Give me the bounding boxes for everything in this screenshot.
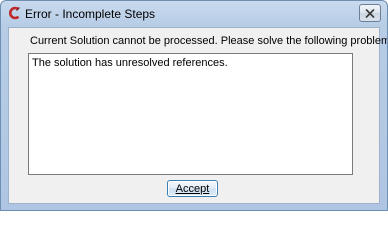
- accept-button[interactable]: Accept: [167, 180, 218, 197]
- title-bar: Error - Incomplete Steps: [1, 1, 387, 27]
- error-dialog-window: Error - Incomplete Steps Current Solutio…: [0, 0, 388, 211]
- close-icon: [365, 8, 375, 18]
- app-c-logo-icon: [9, 6, 20, 20]
- accept-button-label: Accept: [175, 182, 210, 195]
- dialog-client-area: Current Solution cannot be processed. Pl…: [8, 27, 387, 204]
- window-title: Error - Incomplete Steps: [25, 7, 156, 21]
- error-message: Current Solution cannot be processed. Pl…: [30, 35, 387, 47]
- problems-textbox[interactable]: The solution has unresolved references.: [28, 53, 353, 175]
- close-button[interactable]: [359, 4, 381, 22]
